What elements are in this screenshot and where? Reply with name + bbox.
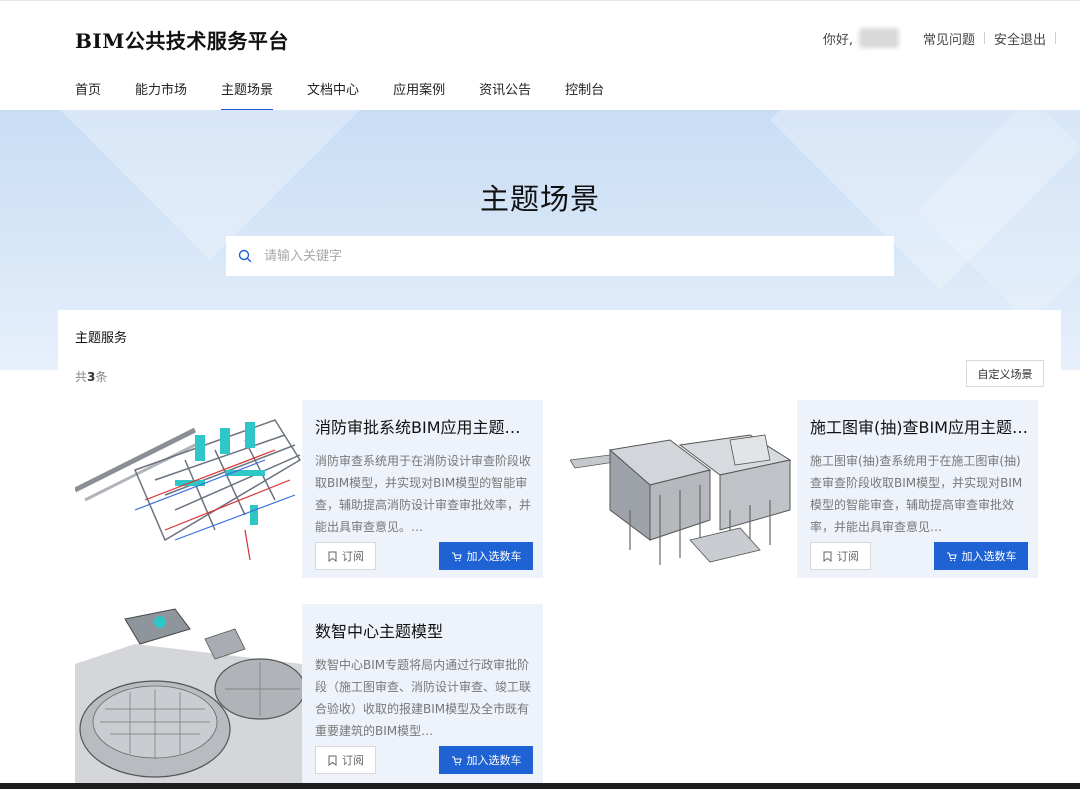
card-info: 消防审批系统BIM应用主题场景 消防审查系统用于在消防设计审查阶段收取BIM模型…	[315, 400, 533, 538]
subscribe-button[interactable]: 订阅	[315, 746, 376, 774]
card-title[interactable]: 数智中心主题模型	[315, 618, 533, 642]
subscribe-label: 订阅	[837, 550, 859, 563]
site-logo[interactable]: BIM公共技术服务平台	[75, 25, 289, 54]
card-actions: 订阅 加入选数车	[315, 746, 533, 774]
section-title: 主题服务	[75, 331, 128, 346]
count-prefix: 共	[75, 370, 88, 384]
bookmark-icon	[328, 755, 337, 766]
add-to-cart-button[interactable]: 加入选数车	[934, 542, 1028, 570]
search-icon[interactable]	[238, 249, 252, 263]
bookmark-icon	[328, 551, 337, 562]
theme-services-panel: 主题服务 共3条 自定义场景 消防审批系统BIM应用主题场景 消防审查系统用于在…	[58, 310, 1061, 789]
add-to-cart-button[interactable]: 加入选数车	[439, 746, 533, 774]
scenario-card[interactable]: 施工图审(抽)查BIM应用主题场景 施工图审(抽)查系统用于在施工图审(抽)查审…	[570, 400, 1038, 578]
scenario-card[interactable]: 消防审批系统BIM应用主题场景 消防审查系统用于在消防设计审查阶段收取BIM模型…	[75, 400, 543, 578]
faq-link[interactable]: 常见问题	[923, 29, 975, 48]
scenario-card[interactable]: 数智中心主题模型 数智中心BIM专题将局内通过行政审批阶段（施工图审查、消防设计…	[75, 604, 543, 789]
bookmark-icon	[823, 551, 832, 562]
add-to-cart-button[interactable]: 加入选数车	[439, 542, 533, 570]
search-input[interactable]	[264, 248, 864, 264]
cart-icon	[451, 756, 462, 765]
card-info: 数智中心主题模型 数智中心BIM专题将局内通过行政审批阶段（施工图审查、消防设计…	[315, 604, 533, 742]
card-info: 施工图审(抽)查BIM应用主题场景 施工图审(抽)查系统用于在施工图审(抽)查审…	[810, 400, 1028, 538]
main-nav: 首页 能力市场 主题场景 文档中心 应用案例 资讯公告 控制台	[75, 79, 638, 111]
building-model-image	[75, 604, 302, 789]
search-box	[226, 236, 894, 276]
nav-item-home[interactable]: 首页	[75, 79, 101, 111]
card-description: 数智中心BIM专题将局内通过行政审批阶段（施工图审查、消防设计审查、竣工联合验收…	[315, 658, 532, 738]
card-title[interactable]: 施工图审(抽)查BIM应用主题场景	[810, 414, 1028, 438]
nav-item-market[interactable]: 能力市场	[135, 79, 187, 111]
divider	[983, 32, 985, 44]
add-to-cart-label: 加入选数车	[466, 550, 522, 563]
card-title[interactable]: 消防审批系统BIM应用主题场景	[315, 414, 533, 438]
add-to-cart-label: 加入选数车	[961, 550, 1017, 563]
divider	[1055, 32, 1056, 44]
card-actions: 订阅 加入选数车	[315, 542, 533, 570]
cart-icon	[451, 552, 462, 561]
nav-item-cases[interactable]: 应用案例	[393, 79, 445, 111]
card-thumbnail[interactable]	[570, 400, 797, 578]
result-count: 共3条	[75, 368, 107, 385]
card-description: 施工图审(抽)查系统用于在施工图审(抽)查审查阶段收取BIM模型，并实现对BIM…	[810, 454, 1023, 534]
nav-item-console[interactable]: 控制台	[565, 79, 604, 111]
greeting-text: 你好,	[822, 32, 853, 48]
add-to-cart-label: 加入选数车	[466, 754, 522, 767]
nav-item-docs[interactable]: 文档中心	[307, 79, 359, 111]
mep-model-image	[75, 400, 302, 578]
subscribe-label: 订阅	[342, 754, 364, 767]
subscribe-button[interactable]: 订阅	[810, 542, 871, 570]
card-thumbnail[interactable]	[75, 400, 302, 578]
user-area: 你好, 常见问题 安全退出	[823, 28, 1056, 48]
user-name-redacted	[858, 28, 899, 48]
logout-link[interactable]: 安全退出	[994, 29, 1046, 48]
card-description: 消防审查系统用于在消防设计审查阶段收取BIM模型，并实现对BIM模型的智能审查，…	[315, 454, 532, 534]
subscribe-label: 订阅	[342, 550, 364, 563]
header: BIM公共技术服务平台 你好, 常见问题 安全退出 首页 能力市场 主题场景 文…	[0, 0, 1080, 111]
structure-model-image	[570, 400, 797, 578]
page-title: 主题场景	[479, 182, 600, 216]
os-taskbar	[0, 783, 1080, 789]
subscribe-button[interactable]: 订阅	[315, 542, 376, 570]
nav-item-scenarios[interactable]: 主题场景	[221, 79, 274, 111]
card-actions: 订阅 加入选数车	[810, 542, 1028, 570]
count-suffix: 条	[95, 370, 108, 384]
card-thumbnail[interactable]	[75, 604, 302, 789]
custom-scenario-button[interactable]: 自定义场景	[966, 360, 1044, 387]
nav-item-news[interactable]: 资讯公告	[479, 79, 531, 111]
cart-icon	[946, 552, 957, 561]
